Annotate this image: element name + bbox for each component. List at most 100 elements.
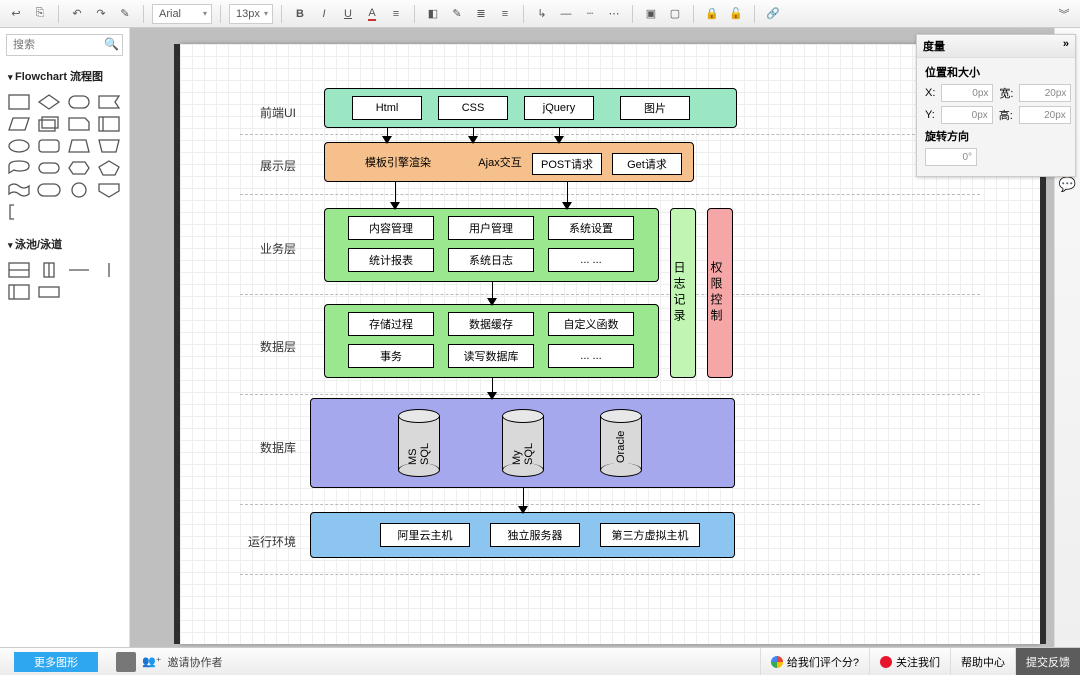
shape-box[interactable] <box>38 284 60 300</box>
shape-circle[interactable] <box>68 182 90 198</box>
shape-rounded[interactable] <box>68 94 90 110</box>
box-rw[interactable]: 读写数据库 <box>448 344 534 368</box>
shape-bracket-l[interactable] <box>8 204 18 220</box>
line-dashed-button[interactable]: ┄ <box>580 4 600 24</box>
more-shapes-button[interactable]: 更多图形 <box>14 652 98 672</box>
shape-flag[interactable] <box>98 94 120 110</box>
box-get[interactable]: Get请求 <box>612 153 682 175</box>
box-tpl[interactable]: 模板引擎渲染 <box>348 150 448 174</box>
link-feedback[interactable]: 提交反馈 <box>1015 648 1080 675</box>
shape-capsule[interactable] <box>38 182 60 198</box>
shape-stadium[interactable] <box>38 138 60 154</box>
shape-diamond[interactable] <box>38 94 60 110</box>
add-collab-icon[interactable]: 👥⁺ <box>142 655 162 668</box>
box-cache[interactable]: 数据缓存 <box>448 312 534 336</box>
box-dedi[interactable]: 独立服务器 <box>490 523 580 547</box>
box-sys[interactable]: 系统设置 <box>548 216 634 240</box>
collapse-toolbar-icon[interactable]: ︾ <box>1054 4 1074 24</box>
input-rot[interactable] <box>925 148 977 166</box>
shape-lane-h[interactable] <box>68 262 90 278</box>
box-post[interactable]: POST请求 <box>532 153 602 175</box>
input-w[interactable] <box>1019 84 1071 102</box>
db-mysql[interactable]: My SQL <box>502 409 544 477</box>
shape-pool-v[interactable] <box>38 262 60 278</box>
shape-pentagon[interactable] <box>98 160 120 176</box>
nav-comment-icon[interactable]: 💬 <box>1058 174 1078 194</box>
avatar[interactable] <box>116 652 136 672</box>
db-oracle[interactable]: Oracle <box>600 409 642 477</box>
bring-front-button[interactable]: ▣ <box>641 4 661 24</box>
input-y[interactable] <box>941 106 993 124</box>
box-auth[interactable]: 权限控制 <box>707 208 733 378</box>
box-syslog[interactable]: 系统日志 <box>448 248 534 272</box>
box-dots1[interactable]: ... ... <box>548 248 634 272</box>
forward-icon[interactable]: ↷ <box>91 4 111 24</box>
shape-bracket[interactable] <box>98 116 120 132</box>
box-css[interactable]: CSS <box>438 96 508 120</box>
section-flowchart[interactable]: Flowchart 流程图 <box>0 62 129 90</box>
box-img[interactable]: 图片 <box>620 96 690 120</box>
box-sp[interactable]: 存储过程 <box>348 312 434 336</box>
align-button[interactable]: ≡ <box>386 4 406 24</box>
box-content[interactable]: 内容管理 <box>348 216 434 240</box>
box-log[interactable]: 日志记录 <box>670 208 696 378</box>
input-x[interactable] <box>941 84 993 102</box>
search-icon[interactable]: 🔍 <box>104 37 119 51</box>
shape-wave[interactable] <box>8 182 30 198</box>
db-mssql[interactable]: MS SQL <box>398 409 440 477</box>
shape-stadium2[interactable] <box>38 160 60 176</box>
unlock-button[interactable]: 🔓 <box>726 4 746 24</box>
font-color-button[interactable]: A <box>362 4 382 24</box>
paper[interactable]: 前端UI 展示层 业务层 数据层 数据库 运行环境 Html CSS jQuer… <box>180 44 1040 644</box>
send-back-button[interactable]: ▢ <box>665 4 685 24</box>
shape-shield[interactable] <box>98 182 120 198</box>
shape-trapezoid[interactable] <box>68 138 90 154</box>
shape-lane-v[interactable] <box>98 262 120 278</box>
link-follow[interactable]: 关注我们 <box>869 648 950 675</box>
shape-parallelogram[interactable] <box>8 116 30 132</box>
shape-trapezoid2[interactable] <box>98 138 120 154</box>
inspector-collapse-icon[interactable]: » <box>1063 38 1069 54</box>
link-help[interactable]: 帮助中心 <box>950 648 1015 675</box>
link-rate[interactable]: 给我们评个分? <box>760 648 869 675</box>
box-html[interactable]: Html <box>352 96 422 120</box>
bold-button[interactable]: B <box>290 4 310 24</box>
shape-rect[interactable] <box>8 94 30 110</box>
shape-header[interactable] <box>8 284 30 300</box>
stroke-color-button[interactable]: ✎ <box>447 4 467 24</box>
invite-label[interactable]: 邀请协作者 <box>168 654 223 670</box>
lock-button[interactable]: 🔒 <box>702 4 722 24</box>
box-dots2[interactable]: ... ... <box>548 344 634 368</box>
box-user[interactable]: 用户管理 <box>448 216 534 240</box>
shape-doc-stack[interactable] <box>38 116 60 132</box>
shape-oval[interactable] <box>8 138 30 154</box>
fontsize-select[interactable]: 13px▾ <box>229 4 273 24</box>
shape-hex[interactable] <box>68 160 90 176</box>
box-aliyun[interactable]: 阿里云主机 <box>380 523 470 547</box>
line-style-button[interactable]: ≣ <box>471 4 491 24</box>
box-tx[interactable]: 事务 <box>348 344 434 368</box>
shape-card[interactable] <box>68 116 90 132</box>
box-ajax[interactable]: Ajax交互 <box>470 150 530 174</box>
format-painter-icon[interactable]: ✎ <box>115 4 135 24</box>
fill-button[interactable]: ◧ <box>423 4 443 24</box>
line-width-button[interactable]: ≡ <box>495 4 515 24</box>
line-solid-button[interactable]: — <box>556 4 576 24</box>
box-fn[interactable]: 自定义函数 <box>548 312 634 336</box>
box-vhost[interactable]: 第三方虚拟主机 <box>600 523 700 547</box>
font-select[interactable]: Arial▾ <box>152 4 212 24</box>
line-dotted-button[interactable]: ⋯ <box>604 4 624 24</box>
redo-icon[interactable]: ⎘ <box>30 4 50 24</box>
shape-callout[interactable] <box>8 160 30 176</box>
box-jquery[interactable]: jQuery <box>524 96 594 120</box>
box-stats[interactable]: 统计报表 <box>348 248 434 272</box>
underline-button[interactable]: U <box>338 4 358 24</box>
link-button[interactable]: 🔗 <box>763 4 783 24</box>
italic-button[interactable]: I <box>314 4 334 24</box>
connector-button[interactable]: ↳ <box>532 4 552 24</box>
shape-pool-h[interactable] <box>8 262 30 278</box>
back-icon[interactable]: ↶ <box>67 4 87 24</box>
undo-button[interactable]: ↩ <box>6 4 26 24</box>
input-h[interactable] <box>1019 106 1071 124</box>
section-pool[interactable]: 泳池/泳道 <box>0 230 129 258</box>
